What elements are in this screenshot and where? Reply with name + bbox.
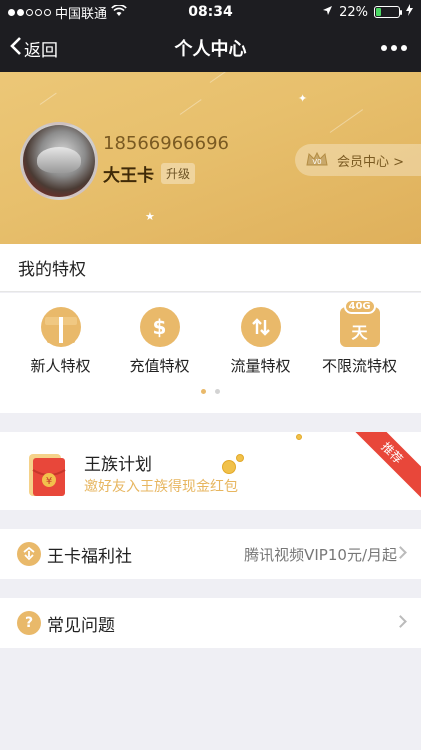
charging-icon — [406, 4, 413, 20]
question-icon: ? — [17, 611, 41, 635]
welfare-row[interactable]: 王卡福利社 腾讯视频VIP10元/月起 — [0, 529, 421, 579]
battery-percent: 22% — [339, 4, 368, 20]
wangzu-promo-banner[interactable]: ¥ 王族计划 邀好友入王族得现金红包 推荐 — [0, 432, 421, 510]
card-name: 大王卡 — [103, 166, 154, 186]
privilege-item-traffic[interactable]: 流量特权 — [208, 307, 313, 376]
status-bar: 中国联通 08:34 22% — [0, 0, 421, 24]
page-indicator — [0, 389, 421, 394]
faq-label: 常见问题 — [47, 615, 115, 636]
unlimited-40g-icon: 40G 天 — [339, 299, 380, 347]
privilege-label: 流量特权 — [230, 357, 291, 375]
red-envelope-icon: ¥ — [27, 448, 67, 496]
member-center-button[interactable]: V0 会员中心 > — [295, 144, 421, 176]
signal-icon — [8, 8, 51, 16]
member-center-label: 会员中心 > — [337, 154, 405, 170]
welfare-detail: 腾讯视频VIP10元/月起 — [244, 545, 397, 564]
chevron-left-icon — [10, 36, 22, 61]
upgrade-button[interactable]: 升级 — [161, 163, 196, 184]
location-icon — [322, 5, 333, 20]
privilege-label: 充值特权 — [129, 357, 190, 375]
wifi-icon — [111, 3, 127, 20]
battery-icon — [374, 6, 402, 18]
promo-title: 王族计划 — [84, 455, 152, 475]
privileges-title-label: 我的特权 — [18, 260, 86, 280]
unlimited-glyph: 天 — [351, 323, 368, 342]
updown-arrows-icon — [240, 307, 281, 347]
sparkle-icon: ✦ — [298, 92, 308, 105]
welfare-icon — [17, 542, 41, 566]
back-button[interactable]: 返回 — [0, 36, 58, 61]
unlimited-badge: 40G — [343, 299, 376, 314]
coin-icon — [222, 460, 236, 474]
coin-icon — [296, 434, 302, 440]
gift-icon — [40, 307, 81, 347]
faq-row[interactable]: ? 常见问题 — [0, 598, 421, 648]
privilege-label: 新人特权 — [30, 357, 91, 375]
privilege-item-newcomer[interactable]: 新人特权 — [8, 307, 113, 376]
chevron-right-icon — [394, 615, 407, 628]
privilege-item-recharge[interactable]: $ 充值特权 — [107, 307, 212, 376]
nav-bar: 返回 个人中心 — [0, 24, 421, 72]
coin-icon — [236, 454, 244, 462]
sparkle-icon: ★ — [145, 210, 155, 223]
back-label: 返回 — [24, 40, 58, 61]
page-dot[interactable] — [201, 389, 206, 394]
more-icon[interactable] — [381, 45, 407, 51]
promo-subtitle: 邀好友入王族得现金红包 — [84, 479, 238, 495]
page-title: 个人中心 — [174, 39, 247, 60]
privilege-item-unlimited[interactable]: 40G 天 不限流特权 — [307, 299, 412, 376]
welfare-label: 王卡福利社 — [47, 546, 132, 567]
avatar[interactable] — [20, 122, 98, 200]
crown-icon: V0 — [305, 151, 329, 169]
privilege-label: 不限流特权 — [321, 357, 397, 375]
vip-badge-text: V0 — [312, 158, 321, 166]
phone-number: 18566966696 — [103, 133, 229, 154]
profile-header: ✦ ★ 18566966696 大王卡 升级 V0 会员中心 > — [0, 72, 421, 244]
page-dot[interactable] — [215, 389, 220, 394]
privileges-title: 我的特权 — [0, 244, 421, 292]
privileges-grid: 新人特权 $ 充值特权 流量特权 40G 天 不限流特权 — [0, 293, 421, 413]
recommend-ribbon: 推荐 — [345, 432, 421, 500]
dollar-icon: $ — [139, 307, 180, 347]
carrier-label: 中国联通 — [55, 6, 108, 22]
svg-text:¥: ¥ — [46, 476, 52, 487]
top-bar: 中国联通 08:34 22% 返回 个人中心 — [0, 0, 421, 72]
